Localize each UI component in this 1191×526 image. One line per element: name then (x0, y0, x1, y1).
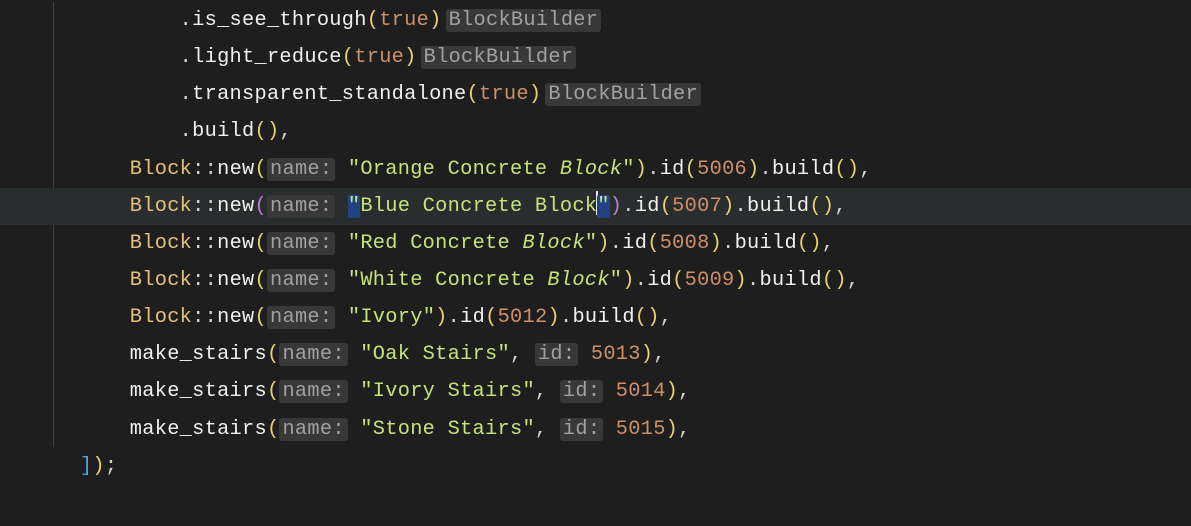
number-literal: 5013 (591, 343, 641, 366)
bool-literal: true (354, 46, 404, 69)
number-literal: 5006 (697, 158, 747, 181)
method-call: build (760, 269, 822, 292)
inlay-hint: name: (267, 232, 335, 255)
type-name: Block (130, 232, 192, 255)
inlay-hint: name: (267, 306, 335, 329)
code-line[interactable]: Block::new(name: "Orange Concrete Block"… (0, 151, 1191, 188)
method-call: build (735, 232, 797, 255)
code-line[interactable]: Block::new(name: "White Concrete Block")… (0, 262, 1191, 299)
code-line[interactable]: Block::new(name: "Ivory").id(5012).build… (0, 299, 1191, 336)
code-line[interactable]: .transparent_standalone(true)BlockBuilde… (0, 76, 1191, 113)
string-literal: "Oak Stairs" (360, 343, 510, 366)
method-call: light_reduce (192, 46, 342, 69)
method-call: build (572, 306, 634, 329)
bool-literal: true (479, 83, 529, 106)
number-literal: 5015 (616, 418, 666, 441)
inlay-hint: id: (560, 380, 603, 403)
number-literal: 5008 (660, 232, 710, 255)
code-line[interactable]: .light_reduce(true)BlockBuilder (0, 39, 1191, 76)
code-line-active[interactable]: Block::new(name: "Blue Concrete Block").… (0, 188, 1191, 225)
fn-name: new (217, 158, 254, 181)
fn-call: make_stairs (130, 380, 267, 403)
inlay-hint: name: (279, 343, 347, 366)
code-line[interactable]: .build(), (0, 113, 1191, 150)
method-call: id (660, 158, 685, 181)
string-literal: "Ivory Stairs" (360, 380, 535, 403)
inlay-hint: BlockBuilder (545, 83, 701, 106)
inlay-hint: name: (279, 418, 347, 441)
bool-literal: true (379, 9, 429, 32)
inlay-hint: id: (560, 418, 603, 441)
method-call: id (622, 232, 647, 255)
number-literal: 5012 (498, 306, 548, 329)
method-call: build (192, 120, 254, 143)
code-line[interactable]: Block::new(name: "Red Concrete Block").i… (0, 225, 1191, 262)
method-call: id (635, 195, 660, 218)
code-line[interactable]: .is_see_through(true)BlockBuilder (0, 2, 1191, 39)
inlay-hint: name: (267, 195, 335, 218)
number-literal: 5009 (685, 269, 735, 292)
method-call: transparent_standalone (192, 83, 466, 106)
type-name: Block (130, 158, 192, 181)
inlay-hint: id: (535, 343, 578, 366)
fn-name: new (217, 306, 254, 329)
inlay-hint: BlockBuilder (421, 46, 577, 69)
type-name: Block (130, 306, 192, 329)
string-literal: "White Concrete Block" (348, 269, 622, 292)
inlay-hint: name: (279, 380, 347, 403)
string-literal: "Blue Concrete Block" (348, 195, 610, 218)
method-call: is_see_through (192, 9, 367, 32)
method-call: build (747, 195, 809, 218)
code-line[interactable]: make_stairs(name: "Oak Stairs", id: 5013… (0, 336, 1191, 373)
fn-name: new (217, 232, 254, 255)
inlay-hint: name: (267, 158, 335, 181)
method-call: id (647, 269, 672, 292)
type-name: Block (130, 195, 192, 218)
fn-call: make_stairs (130, 418, 267, 441)
inlay-hint: BlockBuilder (446, 9, 602, 32)
number-literal: 5007 (672, 195, 722, 218)
code-line[interactable]: make_stairs(name: "Stone Stairs", id: 50… (0, 411, 1191, 448)
inlay-hint: name: (267, 269, 335, 292)
code-editor[interactable]: .is_see_through(true)BlockBuilder .light… (0, 2, 1191, 485)
string-literal: "Orange Concrete Block" (348, 158, 635, 181)
fn-name: new (217, 269, 254, 292)
type-name: Block (130, 269, 192, 292)
string-literal: "Stone Stairs" (360, 418, 535, 441)
fn-name: new (217, 195, 254, 218)
string-literal: "Red Concrete Block" (348, 232, 597, 255)
method-call: id (460, 306, 485, 329)
string-literal: "Ivory" (348, 306, 435, 329)
fn-call: make_stairs (130, 343, 267, 366)
method-call: build (772, 158, 834, 181)
code-line[interactable]: ]); (0, 448, 1191, 485)
number-literal: 5014 (616, 380, 666, 403)
code-line[interactable]: make_stairs(name: "Ivory Stairs", id: 50… (0, 373, 1191, 410)
